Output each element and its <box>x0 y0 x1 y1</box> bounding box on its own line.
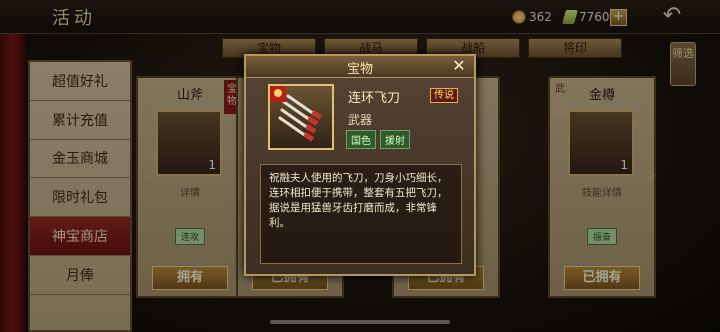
trait-chip: 援射 <box>380 130 410 149</box>
modal-title: 宝物 <box>346 62 373 77</box>
item-name: 连环飞刀 <box>348 91 401 106</box>
flying-knives-icon <box>268 84 334 150</box>
close-icon[interactable]: ✕ <box>450 57 468 75</box>
trait-chips: 国色 援射 <box>346 130 410 149</box>
rarity-badge-icon <box>270 86 286 102</box>
trait-chip: 国色 <box>346 130 376 149</box>
item-description: 祝融夫人使用的飞刀，刀身小巧细长，连环相扣便于携带，整套有五把飞刀，据说是用猛兽… <box>260 164 462 264</box>
item-type: 武器 <box>348 113 373 127</box>
item-detail-modal: 宝物 ✕ 连环飞刀 传说 武器 国色 援射 祝融夫人使用的飞刀，刀身小巧细长，连… <box>244 54 476 276</box>
modal-header: 宝物 ✕ <box>246 56 474 78</box>
grade-badge: 传说 <box>430 88 458 103</box>
